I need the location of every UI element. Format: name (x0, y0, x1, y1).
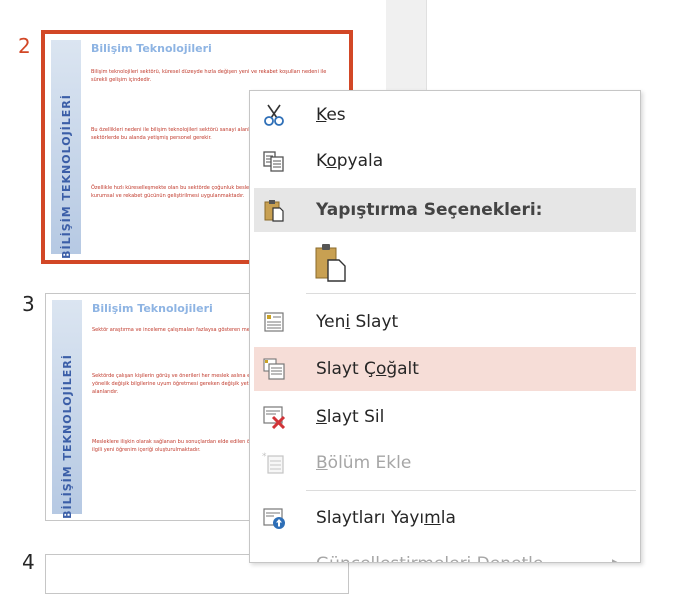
slide-number-3: 3 (22, 292, 35, 316)
slide-title: Bilişim Teknolojileri (91, 42, 212, 55)
menu-item-delete-slide[interactable]: Slayt Sil (250, 395, 640, 439)
menu-item-cut[interactable]: Kes (250, 93, 640, 137)
menu-item-duplicate-slide[interactable]: Slayt Çoğalt (254, 347, 636, 391)
slide-number-4: 4 (22, 550, 35, 574)
slide-band-text: BİLİŞİM TEKNOLOJİLERİ (59, 93, 73, 259)
menu-item-publish-slides[interactable]: Slaytları Yayımla (250, 496, 640, 540)
add-section-icon: * (262, 451, 286, 475)
menu-separator (306, 490, 636, 491)
clipboard-icon (262, 198, 286, 222)
scissors-icon (262, 103, 286, 127)
submenu-arrow-icon: ▶ (612, 556, 622, 563)
menu-item-add-section[interactable]: * Bölüm Ekle (250, 441, 640, 485)
new-slide-icon (262, 310, 286, 334)
menu-item-new-slide[interactable]: Yeni Slayt (250, 300, 640, 344)
menu-item-check-updates[interactable]: Güncelleştirmeleri Denetle ▶ (250, 542, 640, 563)
context-menu: Kes Kopyala Yapıştırma Seçenekleri: Yeni… (249, 90, 641, 563)
publish-slides-icon (262, 506, 286, 530)
menu-item-copy[interactable]: Kopyala (250, 139, 640, 183)
paste-options-header: Yapıştırma Seçenekleri: (254, 188, 636, 232)
svg-text:*: * (262, 452, 267, 462)
delete-slide-icon (262, 405, 286, 430)
paste-keep-formatting-button[interactable] (250, 234, 640, 286)
slide-number-2: 2 (18, 34, 31, 58)
slide-band-text: BİLİŞİM TEKNOLOJİLERİ (60, 353, 74, 519)
duplicate-slide-icon (262, 357, 286, 381)
slide-title: Bilişim Teknolojileri (92, 302, 213, 315)
paste-icon (314, 242, 348, 282)
copy-icon (262, 149, 286, 173)
menu-separator (306, 293, 636, 294)
